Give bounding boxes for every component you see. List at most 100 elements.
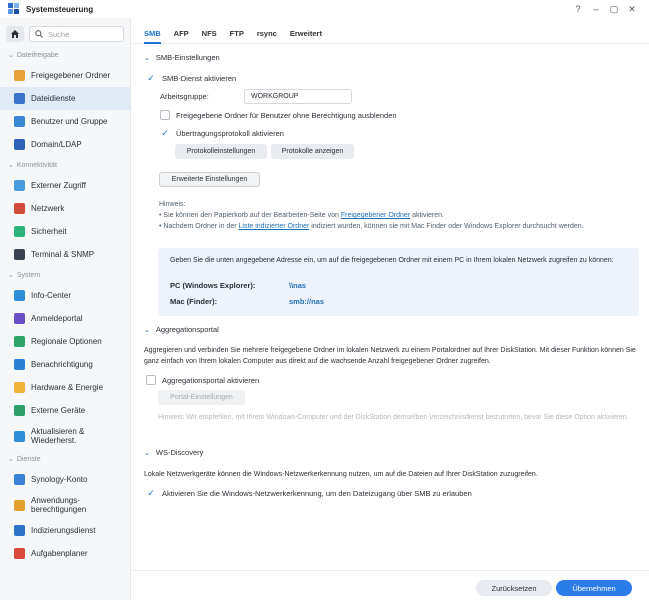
smb-hint-2: • Nachdem Ordner in der Liste indizierte… [159, 223, 584, 230]
reset-button[interactable]: Zurücksetzen [476, 580, 552, 596]
chevron-down-icon: ⌄ [8, 162, 14, 169]
sidebar-item-label: Externe Geräte [31, 406, 86, 415]
show-logs-button[interactable]: Protokolle anzeigen [271, 144, 354, 159]
sidebar-item-externer-zugriff[interactable]: Externer Zugriff [0, 174, 130, 197]
account-icon [14, 474, 25, 485]
protocol-settings-button[interactable]: Protokolleinstellungen [175, 144, 267, 159]
sidebar-item-info-center[interactable]: Info-Center [0, 284, 130, 307]
smb-enable-row[interactable]: ✓ SMB-Dienst aktivieren [146, 73, 236, 83]
info-icon [14, 290, 25, 301]
tab-afp[interactable]: AFP [174, 29, 189, 44]
terminal-icon [14, 249, 25, 260]
hint1-text-end: aktivieren. [410, 212, 444, 219]
home-button[interactable] [6, 26, 24, 42]
tab-rsync[interactable]: rsync [257, 29, 277, 44]
pc-address-value: \\nas [289, 281, 307, 290]
tab-ftp[interactable]: FTP [230, 29, 244, 44]
help-icon[interactable]: ? [569, 2, 587, 16]
sidebar-item-terminal-snmp[interactable]: Terminal & SNMP [0, 243, 130, 266]
chevron-down-icon: ⌄ [8, 456, 14, 463]
sidebar-section-header[interactable]: ⌄ Dateifreigabe [0, 46, 130, 64]
notification-icon [14, 359, 25, 370]
transfer-log-label: Übertragungsprotokoll aktivieren [176, 128, 284, 138]
globe-icon [14, 336, 25, 347]
sidebar-item-label: Domain/LDAP [31, 140, 82, 149]
bulb-icon [14, 382, 25, 393]
aggregation-enable-row[interactable]: Aggregationsportal aktivieren [146, 375, 259, 385]
hide-folders-row[interactable]: Freigegebene Ordner für Benutzer ohne Be… [160, 110, 397, 120]
aggregation-enable-label: Aggregationsportal aktivieren [162, 375, 260, 385]
sidebar-item-dateidienste[interactable]: Dateidienste [0, 87, 130, 110]
sidebar-item-benutzer-und-gruppe[interactable]: Benutzer und Gruppe [0, 110, 130, 133]
hint2-text-end: indiziert wurden, können sie mit Mac Fin… [309, 223, 584, 230]
chevron-down-icon: ⌄ [8, 272, 14, 279]
transfer-log-checkbox[interactable]: ✓ [160, 128, 170, 138]
ws-discovery-enable-row[interactable]: ✓ Aktivieren Sie die Windows-Netzwerkerk… [146, 488, 472, 498]
window-controls: ? – ▢ ✕ [569, 2, 641, 16]
maximize-icon[interactable]: ▢ [605, 2, 623, 16]
sidebar-item-label: Externer Zugriff [31, 181, 86, 190]
sidebar-item-benachrichtigung[interactable]: Benachrichtigung [0, 353, 130, 376]
tab-nfs[interactable]: NFS [202, 29, 217, 44]
minimize-icon[interactable]: – [587, 2, 605, 16]
sidebar-item-label: Indizierungsdienst [31, 526, 96, 535]
sidebar-item-label: Dateidienste [31, 94, 76, 103]
workgroup-field[interactable]: WORKGROUP [244, 89, 352, 104]
sidebar-item-domain-ldap[interactable]: Domain/LDAP [0, 133, 130, 156]
sidebar-section-header[interactable]: ⌄ System [0, 266, 130, 284]
sidebar-item-anwendungs-berechtigungen[interactable]: Anwendungs-berechtigungen [0, 491, 130, 519]
ws-discovery-section-title: WS-Discovery [155, 448, 204, 457]
sidebar-item-freigegebener-ordner[interactable]: Freigegebener Ordner [0, 64, 130, 87]
close-icon[interactable]: ✕ [623, 2, 641, 16]
smb-section-header[interactable]: ⌄ SMB-Einstellungen [144, 53, 220, 62]
sidebar-item-label: Regionale Optionen [31, 337, 102, 346]
sidebar-item-netzwerk[interactable]: Netzwerk [0, 197, 130, 220]
portal-settings-button[interactable]: Portal-Einstellungen [158, 390, 245, 405]
smb-enable-checkbox[interactable]: ✓ [146, 73, 156, 83]
indexing-icon [14, 525, 25, 536]
tab-bar: SMB AFP NFS FTP rsync Erweitert [132, 18, 649, 44]
sidebar-item-hardware-energie[interactable]: Hardware & Energie [0, 376, 130, 399]
transfer-log-row[interactable]: ✓ Übertragungsprotokoll aktivieren [160, 128, 284, 138]
external-devices-icon [14, 405, 25, 416]
sidebar-item-sicherheit[interactable]: Sicherheit [0, 220, 130, 243]
home-icon [11, 30, 19, 38]
smb-hint-title: Hinweis: [159, 201, 186, 208]
sidebar-section-header[interactable]: ⌄ Konnektivität [0, 156, 130, 174]
hint1-text: Sie können den Papierkorb auf der Bearbe… [163, 212, 341, 219]
ws-discovery-enable-checkbox[interactable]: ✓ [146, 488, 156, 498]
apply-button[interactable]: Übernehmen [556, 580, 632, 596]
aggregation-section-header[interactable]: ⌄ Aggregationsportal [144, 325, 219, 334]
sidebar-item-label: Synology-Konto [31, 475, 88, 484]
indexed-folders-link[interactable]: Liste indizierter Ordner [239, 223, 310, 230]
chevron-down-icon: ⌄ [144, 54, 150, 62]
smb-enable-label: SMB-Dienst aktivieren [162, 73, 237, 83]
pc-address-label: PC (Windows Explorer): [170, 281, 256, 290]
ws-discovery-section-header[interactable]: ⌄ WS-Discovery [144, 448, 203, 457]
sidebar-item-aktualisieren-wiederherst[interactable]: Aktualisieren & Wiederherst. [0, 422, 130, 450]
calendar-icon [14, 548, 25, 559]
sidebar-item-externe-geräte[interactable]: Externe Geräte [0, 399, 130, 422]
aggregation-enable-checkbox[interactable] [146, 375, 156, 385]
sidebar-item-indizierungsdienst[interactable]: Indizierungsdienst [0, 519, 130, 542]
sidebar-item-regionale-optionen[interactable]: Regionale Optionen [0, 330, 130, 353]
search-input[interactable]: Suche [29, 26, 124, 42]
sidebar-section-header[interactable]: ⌄ Dienste [0, 450, 130, 468]
advanced-settings-button[interactable]: Erweiterte Einstellungen [159, 172, 260, 187]
shared-folder-link[interactable]: Freigegebener Ordner [341, 212, 410, 219]
sidebar-item-aufgabenplaner[interactable]: Aufgabenplaner [0, 542, 130, 565]
title-bar: Systemsteuerung ? – ▢ ✕ [0, 0, 649, 18]
hide-folders-checkbox[interactable] [160, 110, 170, 120]
folder-icon [14, 70, 25, 81]
users-icon [14, 116, 25, 127]
ws-discovery-description: Lokale Netzwerkgeräte können die Windows… [144, 471, 538, 478]
smb-hint-1: • Sie können den Papierkorb auf der Bear… [159, 212, 444, 219]
sidebar-section-label: Dienste [16, 455, 41, 463]
sidebar-item-anmeldeportal[interactable]: Anmeldeportal [0, 307, 130, 330]
sidebar-item-synology-konto[interactable]: Synology-Konto [0, 468, 130, 491]
network-icon [14, 203, 25, 214]
tab-smb[interactable]: SMB [144, 29, 161, 44]
external-access-icon [14, 180, 25, 191]
sidebar-item-label: Aufgabenplaner [31, 549, 88, 558]
tab-erweitert[interactable]: Erweitert [290, 29, 322, 44]
